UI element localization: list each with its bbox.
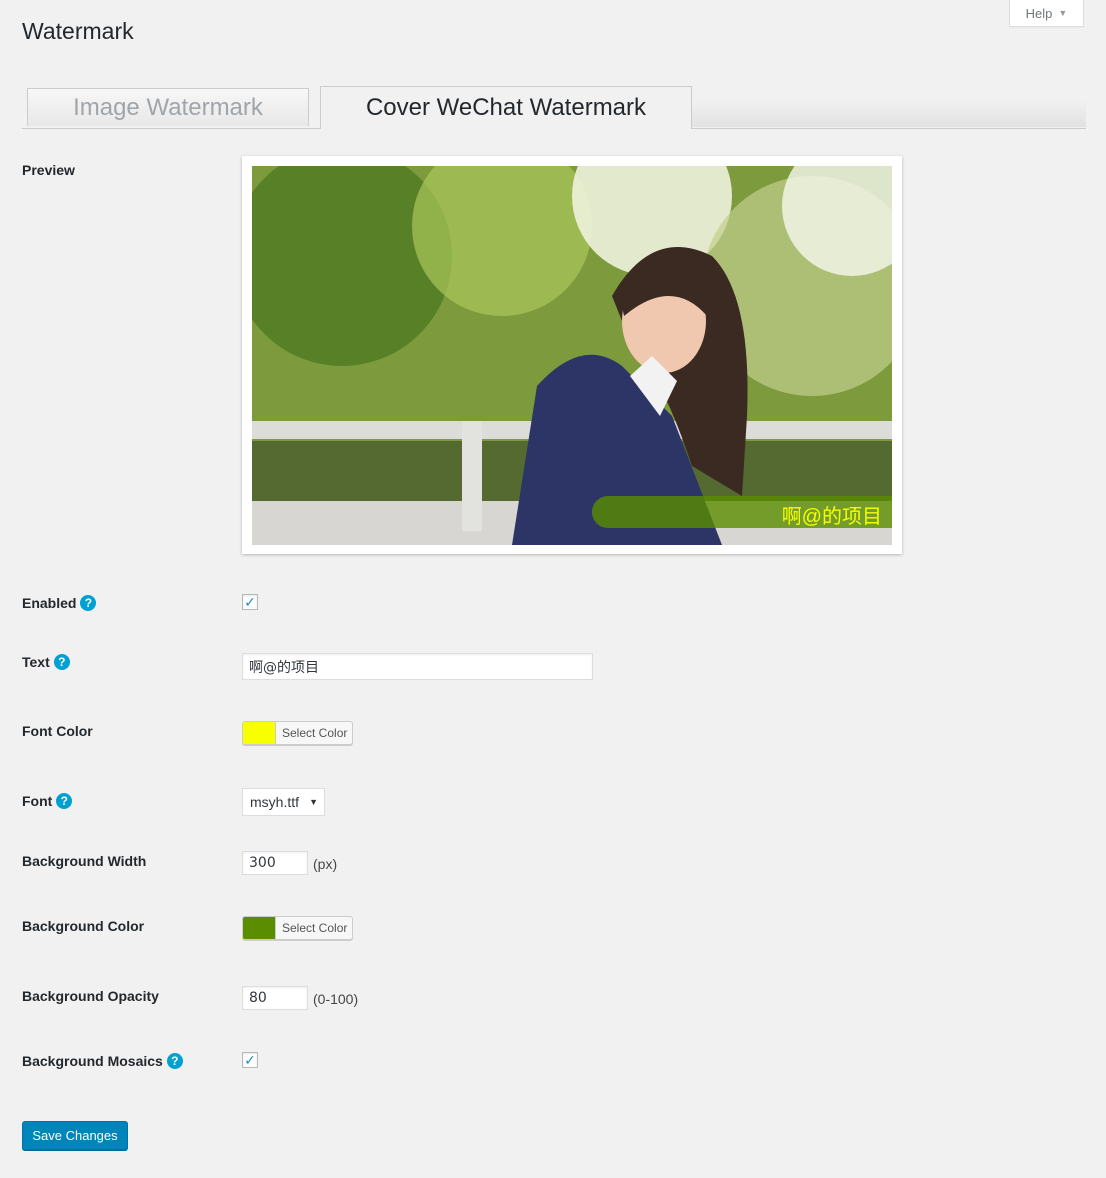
- preview-label: Preview: [22, 162, 75, 178]
- checkmark-icon: ✓: [244, 594, 256, 610]
- page-title: Watermark: [22, 18, 134, 44]
- enabled-label: Enabled ?: [22, 595, 97, 611]
- select-color-label: Select Color: [282, 921, 348, 935]
- background-color-label: Background Color: [22, 918, 145, 934]
- help-tab-button[interactable]: Help ▼: [1009, 0, 1084, 27]
- background-mosaics-checkbox[interactable]: ✓: [242, 1052, 258, 1068]
- checkmark-icon: ✓: [244, 1052, 256, 1068]
- question-help-icon[interactable]: ?: [53, 654, 70, 670]
- tab-cover-wechat-watermark[interactable]: Cover WeChat Watermark: [320, 86, 692, 129]
- preview-image: 啊@的项目: [252, 166, 892, 545]
- background-width-unit: (px): [313, 856, 338, 872]
- watermark-text: 啊@的项目: [781, 506, 882, 528]
- select-color-label: Select Color: [282, 726, 348, 740]
- caret-down-icon: ▼: [309, 797, 318, 807]
- background-opacity-label: Background Opacity: [22, 988, 159, 1004]
- tab-bar-background: [692, 100, 1086, 127]
- question-help-icon[interactable]: ?: [166, 1053, 183, 1069]
- background-opacity-input[interactable]: [242, 986, 308, 1010]
- background-width-input[interactable]: [242, 851, 308, 875]
- background-color-swatch: [243, 917, 276, 939]
- text-label: Text ?: [22, 654, 70, 670]
- font-label: Font ?: [22, 793, 73, 809]
- font-color-picker[interactable]: Select Color: [242, 721, 353, 745]
- background-mosaics-label: Background Mosaics ?: [22, 1053, 183, 1069]
- question-help-icon[interactable]: ?: [56, 793, 73, 809]
- watermark-background-band: 啊@的项目: [592, 496, 892, 528]
- caret-down-icon: ▼: [1058, 8, 1068, 18]
- font-select[interactable]: msyh.ttf ▼: [242, 788, 325, 816]
- save-changes-button[interactable]: Save Changes: [22, 1121, 128, 1150]
- question-help-icon[interactable]: ?: [80, 595, 97, 611]
- tab-bar: Image Watermark Cover WeChat Watermark: [22, 86, 1086, 129]
- watermark-text-input[interactable]: [242, 653, 593, 680]
- preview-frame: 啊@的项目: [242, 156, 902, 554]
- enabled-checkbox[interactable]: ✓: [242, 594, 258, 610]
- font-color-swatch: [243, 722, 276, 744]
- tab-image-watermark[interactable]: Image Watermark: [27, 88, 309, 126]
- background-width-label: Background Width: [22, 853, 147, 869]
- background-opacity-unit: (0-100): [313, 991, 359, 1007]
- preview-photo: [252, 166, 892, 545]
- background-color-picker[interactable]: Select Color: [242, 916, 353, 940]
- font-color-label: Font Color: [22, 723, 93, 739]
- help-label: Help: [1025, 5, 1053, 21]
- font-selected-value: msyh.ttf: [250, 794, 300, 810]
